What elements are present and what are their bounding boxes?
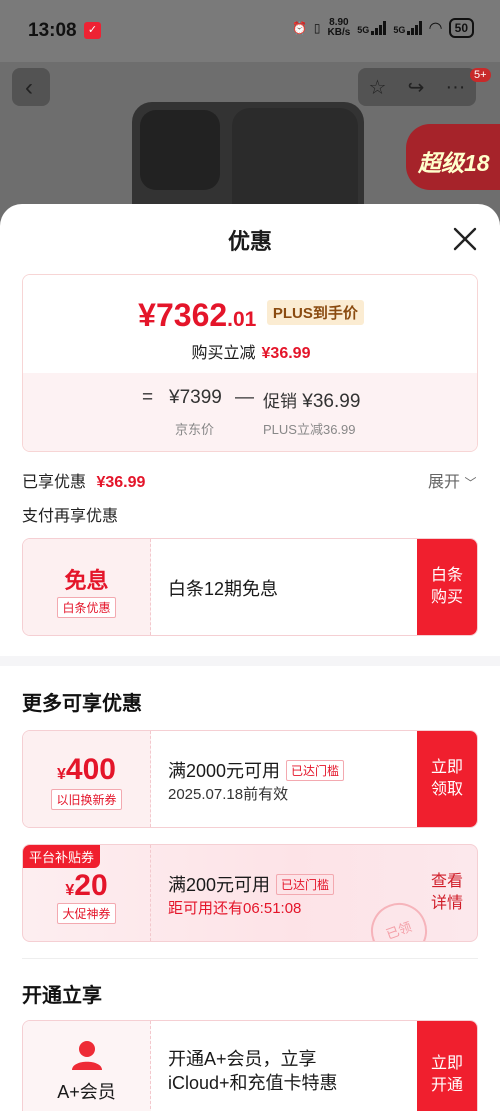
- coupon2-tag: 大促神券: [57, 903, 116, 924]
- divider: [22, 958, 478, 959]
- signal-5g-icon-1: 5G: [357, 21, 387, 35]
- final-price: ¥7362.01 PLUS到手价: [23, 297, 477, 334]
- plus-caption: PLUS立减36.99: [263, 422, 356, 437]
- baitiao-interest-free-card[interactable]: 免息 白条优惠 白条12期免息 白条购买: [22, 538, 478, 636]
- section-divider: [0, 656, 500, 666]
- status-time: 13:08: [28, 20, 77, 41]
- coupon1-value: ¥400: [57, 753, 116, 786]
- view-details-button[interactable]: 查看详情: [417, 845, 477, 941]
- chevron-left-icon: ‹: [25, 74, 33, 101]
- member-desc-1: 开通A+会员，立享: [168, 1049, 317, 1069]
- enjoyed-discount: 已享优惠 ¥36.99: [22, 474, 146, 491]
- back-button[interactable]: ‹: [12, 68, 50, 106]
- status-icons: ⏰ ▯ 8.90 KB/s 5G 5G ◠ 50: [292, 18, 474, 38]
- top-actions: ☆ ↪ ···: [358, 68, 476, 106]
- baitiao-buy-button[interactable]: 白条购买: [417, 539, 477, 635]
- coupon2-countdown: 距可用还有06:51:08: [168, 900, 302, 917]
- claim-coupon-button[interactable]: 立即领取: [417, 731, 477, 827]
- more-discounts-title: 更多可享优惠: [22, 693, 142, 715]
- membership-section-title: 开通立享: [22, 985, 102, 1007]
- open-membership-button[interactable]: 立即开通: [417, 1021, 477, 1111]
- baitiao-tag: 白条优惠: [57, 597, 116, 618]
- close-icon[interactable]: [452, 226, 478, 252]
- coupon1-title: 满2000元可用 已达门槛: [168, 757, 345, 783]
- minus-sign: —: [235, 387, 254, 408]
- status-bar: 13:08 ✓ ⏰ ▯ 8.90 KB/s 5G 5G ◠ 50: [0, 0, 500, 62]
- alarm-icon: ⏰: [291, 21, 307, 35]
- message-badge: 5+: [470, 68, 491, 82]
- jd-price: ¥7399: [169, 387, 222, 408]
- member-person-icon: [71, 1041, 102, 1070]
- baitiao-title: 免息: [64, 568, 109, 593]
- vibrate-icon: ▯: [313, 21, 321, 35]
- chevron-down-icon: ﹀: [464, 476, 477, 490]
- instant-reduce: 购买立减 ¥36.99: [191, 345, 311, 362]
- platform-subsidy-coupon[interactable]: 平台补贴券 ¥20 大促神券 满200元可用 已达门槛 距可用还有06:51:08…: [22, 844, 478, 942]
- price-summary-card: ¥7362.01 PLUS到手价 购买立减 ¥36.99 = ¥7399 — 促销…: [22, 274, 478, 452]
- wifi-icon: ◠: [429, 20, 442, 37]
- app-notification-icon: ✓: [84, 22, 101, 39]
- camera-module: [140, 110, 220, 190]
- coupon1-tag: 以旧换新券: [51, 789, 122, 810]
- coupon2-title: 满200元可用 已达门槛: [168, 871, 335, 897]
- price-breakdown: = ¥7399 — 促销 ¥36.99 京东价 PLUS立减36.99: [23, 373, 477, 451]
- sheet-title: 优惠: [227, 229, 272, 254]
- a-plus-member-card[interactable]: A+会员 开通A+会员，立享 iCloud+和充值卡特惠 立即开通: [22, 1020, 478, 1111]
- member-name: A+会员: [57, 1082, 116, 1102]
- more-icon[interactable]: ···: [445, 76, 465, 99]
- coupon1-validity: 2025.07.18前有效: [168, 786, 289, 803]
- coupon2-value: ¥20: [65, 869, 108, 902]
- equals-sign: =: [142, 387, 154, 408]
- trade-in-coupon[interactable]: ¥400 以旧换新券 满2000元可用 已达门槛 2025.07.18前有效 立即…: [22, 730, 478, 828]
- discount-sheet: 优惠 ¥7362.01 PLUS到手价 购买立减 ¥36.99 = ¥7399 —…: [0, 204, 500, 1111]
- signal-5g-icon-2: 5G: [393, 21, 423, 35]
- promo-banner[interactable]: 超级18: [406, 124, 500, 190]
- promo-amount: 促销 ¥36.99: [263, 391, 361, 412]
- jd-price-caption: 京东价: [175, 422, 215, 437]
- share-icon[interactable]: ↪: [408, 75, 425, 100]
- expand-toggle[interactable]: 展开 ﹀: [428, 468, 476, 492]
- star-icon[interactable]: ☆: [369, 75, 387, 100]
- phone-screen: [232, 108, 358, 217]
- battery-icon: 50: [448, 18, 474, 38]
- product-image: [132, 102, 364, 217]
- net-speed: 8.90 KB/s: [327, 17, 351, 38]
- pay-more-label: 支付再享优惠: [22, 508, 119, 525]
- coupon2-corner-tag: 平台补贴券: [23, 845, 101, 868]
- plus-price-tag: PLUS到手价: [266, 300, 364, 325]
- member-desc-2: iCloud+和充值卡特惠: [168, 1073, 338, 1093]
- baitiao-desc: 白条12期免息: [168, 579, 279, 599]
